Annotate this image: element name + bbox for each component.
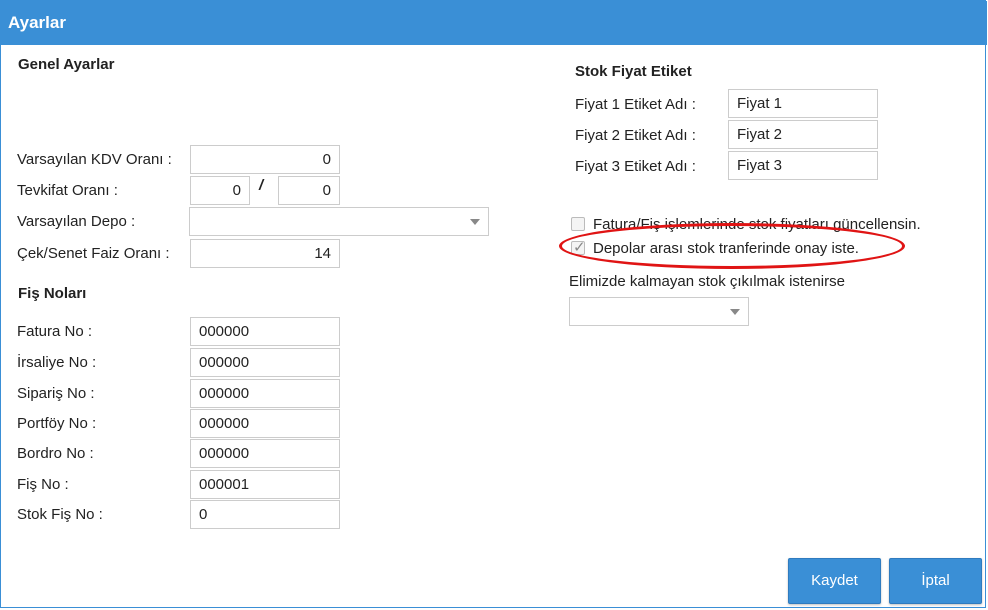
dialog-title: Ayarlar [1,1,987,45]
transfer-approval-label: Depolar arası stok tranferinde onay iste… [593,240,859,257]
fiyat-label: Fiyat 1 Etiket Adı : [575,96,696,113]
fis-row-label: Stok Fiş No : [17,506,103,523]
fis-row-label: Portföy No : [17,415,97,432]
update-prices-label: Fatura/Fiş işlemlerinde stok fiyatları g… [593,216,921,233]
save-button[interactable]: Kaydet [788,558,881,604]
tevkifat-label: Tevkifat Oranı : [17,182,118,199]
faiz-label: Çek/Senet Faiz Oranı : [17,245,170,262]
fis-row-label: İrsaliye No : [17,354,97,371]
fis-row-label: Fiş No : [17,476,69,493]
settings-dialog: Ayarlar Genel Ayarlar Varsayılan KDV Ora… [0,0,987,608]
general-settings-title: Genel Ayarlar [18,56,115,73]
depo-label: Varsayılan Depo : [17,213,136,230]
fiyat1-input[interactable]: Fiyat 1 [728,89,878,118]
cancel-button[interactable]: İptal [889,558,982,604]
tevkifat-separator: / [259,177,264,194]
out-of-stock-select[interactable] [569,297,749,326]
fiyat-label: Fiyat 2 Etiket Adı : [575,127,696,144]
chevron-down-icon [730,309,740,315]
bordro-no-input[interactable]: 000000 [190,439,340,468]
fis-row-label: Fatura No : [17,323,93,340]
out-of-stock-label: Elimizde kalmayan stok çıkılmak istenirs… [569,273,845,290]
kdv-label: Varsayılan KDV Oranı : [17,151,172,168]
check-icon: ✓ [573,239,586,256]
fiyat-label: Fiyat 3 Etiket Adı : [575,158,696,175]
fis-row-label: Bordro No : [17,445,94,462]
depo-select[interactable] [189,207,489,236]
tevkifat-input-1[interactable]: 0 [190,176,250,205]
fis-title: Fiş Noları [18,285,87,302]
fiyat2-input[interactable]: Fiyat 2 [728,120,878,149]
stok-fis-no-input[interactable]: 0 [190,500,340,529]
irsaliye-no-input[interactable]: 000000 [190,348,340,377]
siparis-no-input[interactable]: 000000 [190,379,340,408]
faiz-input[interactable]: 14 [190,239,340,268]
fatura-no-input[interactable]: 000000 [190,317,340,346]
portfoy-no-input[interactable]: 000000 [190,409,340,438]
transfer-approval-checkbox[interactable]: ✓ [571,239,586,256]
stok-fiyat-title: Stok Fiyat Etiket [575,63,692,80]
update-prices-checkbox[interactable] [571,217,585,231]
fiyat3-input[interactable]: Fiyat 3 [728,151,878,180]
fis-row-label: Sipariş No : [17,385,95,402]
chevron-down-icon [470,219,480,225]
tevkifat-input-2[interactable]: 0 [278,176,340,205]
fis-no-input[interactable]: 000001 [190,470,340,499]
kdv-input[interactable]: 0 [190,145,340,174]
